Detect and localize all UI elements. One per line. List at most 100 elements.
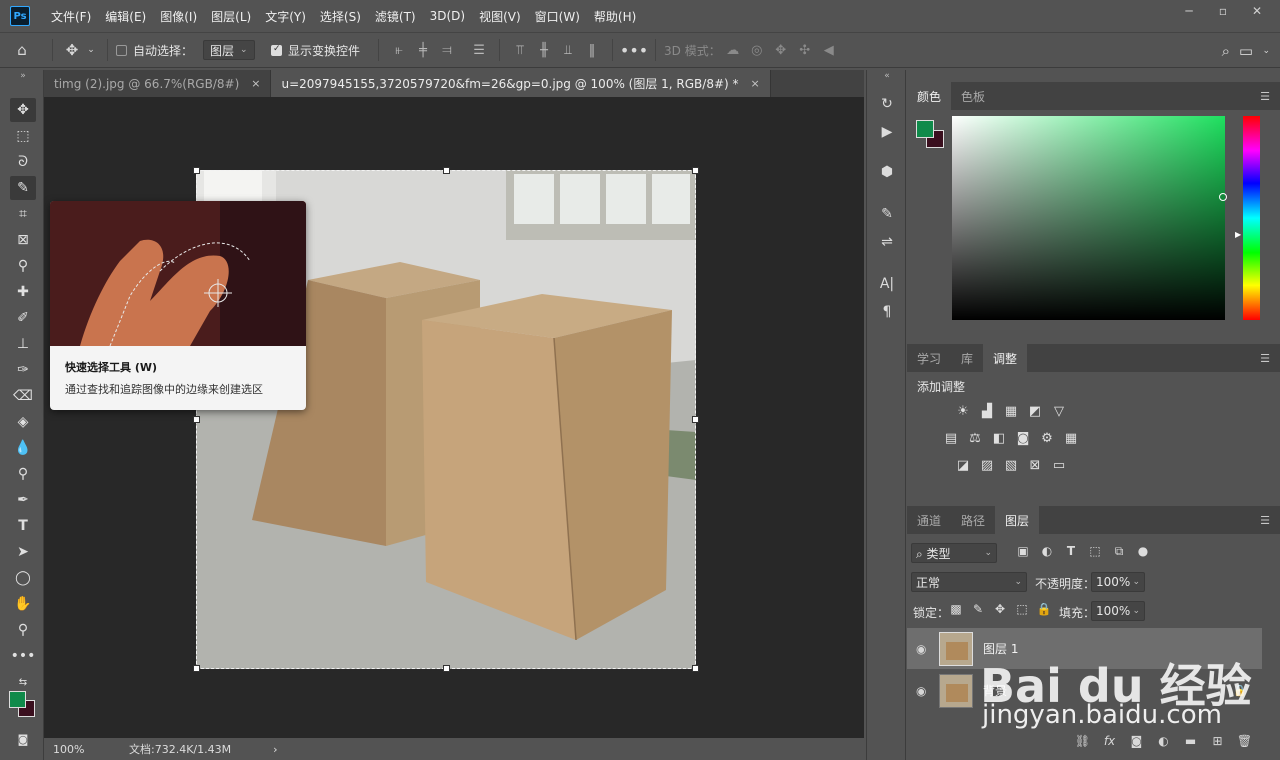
menu-file[interactable]: 文件(F) xyxy=(44,8,98,25)
menu-select[interactable]: 选择(S) xyxy=(313,8,368,25)
layer-filter-dropdown[interactable]: ⌕ 类型 ⌄ xyxy=(911,543,997,563)
fill-input[interactable]: 100% ⌄ xyxy=(1091,601,1145,621)
curves-icon[interactable]: ▦ xyxy=(999,401,1023,421)
collapse-icon[interactable]: « xyxy=(875,70,899,82)
foreground-color-swatch[interactable] xyxy=(916,120,934,138)
selective-color-icon[interactable]: ⊠ xyxy=(1023,455,1047,475)
auto-select-dropdown[interactable]: 图层 ⌄ xyxy=(203,40,256,60)
menu-layer[interactable]: 图层(L) xyxy=(204,8,258,25)
zoom-level[interactable]: 100% xyxy=(53,743,113,756)
menu-type[interactable]: 文字(Y) xyxy=(258,8,313,25)
stamp-tool-icon[interactable]: ⊥ xyxy=(10,332,36,356)
hand-tool-icon[interactable]: ✋ xyxy=(10,592,36,616)
transform-handle[interactable] xyxy=(193,665,200,672)
align-bottom-icon[interactable]: ⫫ xyxy=(556,32,580,68)
move-tool-icon[interactable]: ✥ xyxy=(10,98,36,122)
close-icon[interactable]: × xyxy=(751,77,760,90)
transform-handle[interactable] xyxy=(443,665,450,672)
move-tool-icon[interactable]: ✥ xyxy=(61,32,83,68)
transform-handle[interactable] xyxy=(443,167,450,174)
posterize-icon[interactable]: ▨ xyxy=(975,455,999,475)
properties-icon[interactable]: ⇌ xyxy=(875,230,899,254)
photo-filter-icon[interactable]: ◙ xyxy=(1011,428,1035,448)
tab-library[interactable]: 库 xyxy=(951,344,983,372)
visibility-eye-icon[interactable]: ◉ xyxy=(916,684,926,698)
search-icon[interactable]: ⌕ xyxy=(1222,33,1230,69)
distribute-icon[interactable]: ☰ xyxy=(467,32,491,68)
vibrance-icon[interactable]: ▽ xyxy=(1047,401,1071,421)
transform-handle[interactable] xyxy=(193,416,200,423)
lock-pixels-icon[interactable]: ✎ xyxy=(969,602,987,616)
quick-selection-tool-icon[interactable]: ✎ xyxy=(10,176,36,200)
filter-smart-icon[interactable]: ⧉ xyxy=(1107,544,1131,559)
orbit-3d-icon[interactable]: ☁ xyxy=(721,32,745,68)
blur-tool-icon[interactable]: 💧 xyxy=(10,436,36,460)
chevron-down-icon[interactable]: ⌄ xyxy=(1262,33,1270,69)
menu-image[interactable]: 图像(I) xyxy=(153,8,204,25)
zoom-tool-icon[interactable]: ⚲ xyxy=(10,618,36,642)
hue-slider[interactable]: ▶ xyxy=(1235,116,1260,320)
crop-tool-icon[interactable]: ⌗ xyxy=(10,202,36,226)
lock-artboard-icon[interactable]: ⬚ xyxy=(1013,602,1031,616)
path-selection-icon[interactable]: ➤ xyxy=(10,540,36,564)
paint-bucket-icon[interactable]: ◈ xyxy=(10,410,36,434)
menu-edit[interactable]: 编辑(E) xyxy=(98,8,153,25)
foreground-color-swatch[interactable] xyxy=(9,691,26,708)
transform-handle[interactable] xyxy=(193,167,200,174)
more-options-icon[interactable]: ••• xyxy=(620,32,648,68)
distribute-vertical-icon[interactable]: ‖ xyxy=(580,32,604,68)
invert-icon[interactable]: ◪ xyxy=(951,455,975,475)
lock-transparent-icon[interactable]: ▩ xyxy=(947,602,965,616)
brush-settings-icon[interactable]: ✎ xyxy=(875,202,899,226)
filter-type-icon[interactable]: T xyxy=(1059,544,1083,559)
lock-position-icon[interactable]: ✥ xyxy=(991,602,1009,616)
visibility-eye-icon[interactable]: ◉ xyxy=(916,642,926,656)
show-transform-checkbox[interactable]: 显示变换控件 xyxy=(271,42,360,59)
chevron-down-icon[interactable]: ⌄ xyxy=(83,32,99,68)
gradient-map-icon[interactable]: ▭ xyxy=(1047,455,1071,475)
menu-3d[interactable]: 3D(D) xyxy=(423,9,472,23)
paragraph-panel-icon[interactable]: ¶ xyxy=(875,300,899,324)
pen-tool-icon[interactable]: ✒ xyxy=(10,488,36,512)
align-top-icon[interactable]: ⫪ xyxy=(508,32,532,68)
blend-mode-dropdown[interactable]: 正常 ⌄ xyxy=(911,572,1027,592)
filter-pixel-icon[interactable]: ▣ xyxy=(1011,544,1035,559)
transform-handle[interactable] xyxy=(692,416,699,423)
transform-handle[interactable] xyxy=(692,167,699,174)
3d-panel-icon[interactable]: ⬢ xyxy=(875,160,899,184)
color-field[interactable] xyxy=(952,116,1227,320)
workspace-icon[interactable]: ▭ xyxy=(1236,33,1256,69)
history-brush-icon[interactable]: ✑ xyxy=(10,358,36,382)
channel-mixer-icon[interactable]: ⚙ xyxy=(1035,428,1059,448)
quick-mask-icon[interactable]: ◙ xyxy=(10,727,36,751)
camera-3d-icon[interactable]: ◀ xyxy=(817,32,841,68)
actions-panel-icon[interactable]: ▶ xyxy=(875,120,899,144)
healing-brush-icon[interactable]: ✚ xyxy=(10,280,36,304)
menu-window[interactable]: 窗口(W) xyxy=(528,8,587,25)
character-panel-icon[interactable]: A| xyxy=(875,272,899,296)
close-icon[interactable]: ✕ xyxy=(1240,0,1274,22)
history-panel-icon[interactable]: ↻ xyxy=(875,92,899,116)
tab-paths[interactable]: 路径 xyxy=(951,506,995,534)
menu-filter[interactable]: 滤镜(T) xyxy=(368,8,423,25)
tab-active-document[interactable]: u=2097945155,3720579720&fm=26&gp=0.jpg @… xyxy=(271,70,771,97)
align-right-icon[interactable]: ⫤ xyxy=(435,32,459,68)
align-vcenter-icon[interactable]: ╫ xyxy=(532,32,556,68)
minimize-icon[interactable]: ─ xyxy=(1172,0,1206,22)
brightness-icon[interactable]: ☀ xyxy=(951,401,975,421)
tab-adjustments[interactable]: 调整 xyxy=(983,344,1028,372)
color-balance-icon[interactable]: ⚖ xyxy=(963,428,987,448)
lock-all-icon[interactable]: 🔒 xyxy=(1035,602,1053,616)
brush-tool-icon[interactable]: ✐ xyxy=(10,306,36,330)
tab-swatches[interactable]: 色板 xyxy=(951,82,995,110)
align-left-icon[interactable]: ⫦ xyxy=(387,32,411,68)
color-picker-cursor[interactable] xyxy=(1219,193,1227,201)
panel-menu-icon[interactable]: ☰ xyxy=(1260,352,1270,365)
eyedropper-tool-icon[interactable]: ⚲ xyxy=(10,254,36,278)
pan-3d-icon[interactable]: ✥ xyxy=(769,32,793,68)
tab-channels[interactable]: 通道 xyxy=(907,506,951,534)
ellipse-tool-icon[interactable]: ◯ xyxy=(10,566,36,590)
status-menu-arrow[interactable]: › xyxy=(273,743,277,756)
eraser-tool-icon[interactable]: ⌫ xyxy=(10,384,36,408)
lasso-tool-icon[interactable]: ᘐ xyxy=(10,150,36,174)
